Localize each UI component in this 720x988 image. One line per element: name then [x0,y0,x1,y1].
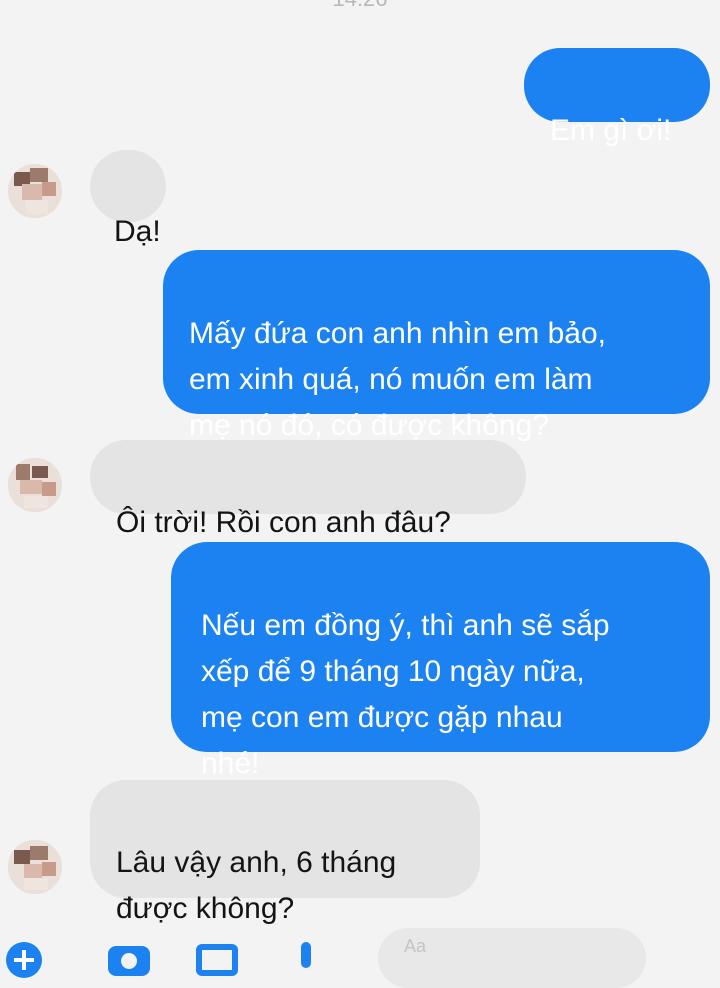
contact-avatar[interactable] [8,840,62,894]
status-time: 14:26 [0,0,720,14]
contact-avatar[interactable] [8,164,62,218]
contact-avatar[interactable] [8,458,62,512]
avatar-image [8,458,62,512]
message-text: Em gì ơi! [550,114,672,147]
message-input-placeholder: Aa [404,936,427,956]
camera-icon[interactable] [106,940,152,980]
incoming-message[interactable]: Lâu vậy anh, 6 tháng được không? [90,780,480,925]
avatar-image [8,840,62,894]
outgoing-message[interactable]: Em gì ơi! [524,48,710,147]
avatar-image [8,164,62,218]
outgoing-message[interactable]: Mấy đứa con anh nhìn em bảo, em xinh quá… [163,250,710,442]
plus-icon[interactable] [4,940,44,980]
message-text: Lâu vậy anh, 6 tháng được không? [116,846,397,925]
mic-icon[interactable] [296,940,316,980]
incoming-message[interactable]: Dạ! [90,150,166,248]
image-icon[interactable] [194,940,240,980]
message-text: Dạ! [114,215,161,248]
message-input[interactable]: Aa [378,928,646,988]
outgoing-message[interactable]: Nếu em đồng ý, thì anh sẽ sắp xếp để 9 t… [171,542,710,780]
message-text: Mấy đứa con anh nhìn em bảo, em xinh quá… [189,317,607,442]
incoming-message[interactable]: Ôi trời! Rồi con anh đâu? [90,440,526,539]
message-text: Nếu em đồng ý, thì anh sẽ sắp xếp để 9 t… [201,609,610,780]
message-text: Ôi trời! Rồi con anh đâu? [116,506,451,539]
